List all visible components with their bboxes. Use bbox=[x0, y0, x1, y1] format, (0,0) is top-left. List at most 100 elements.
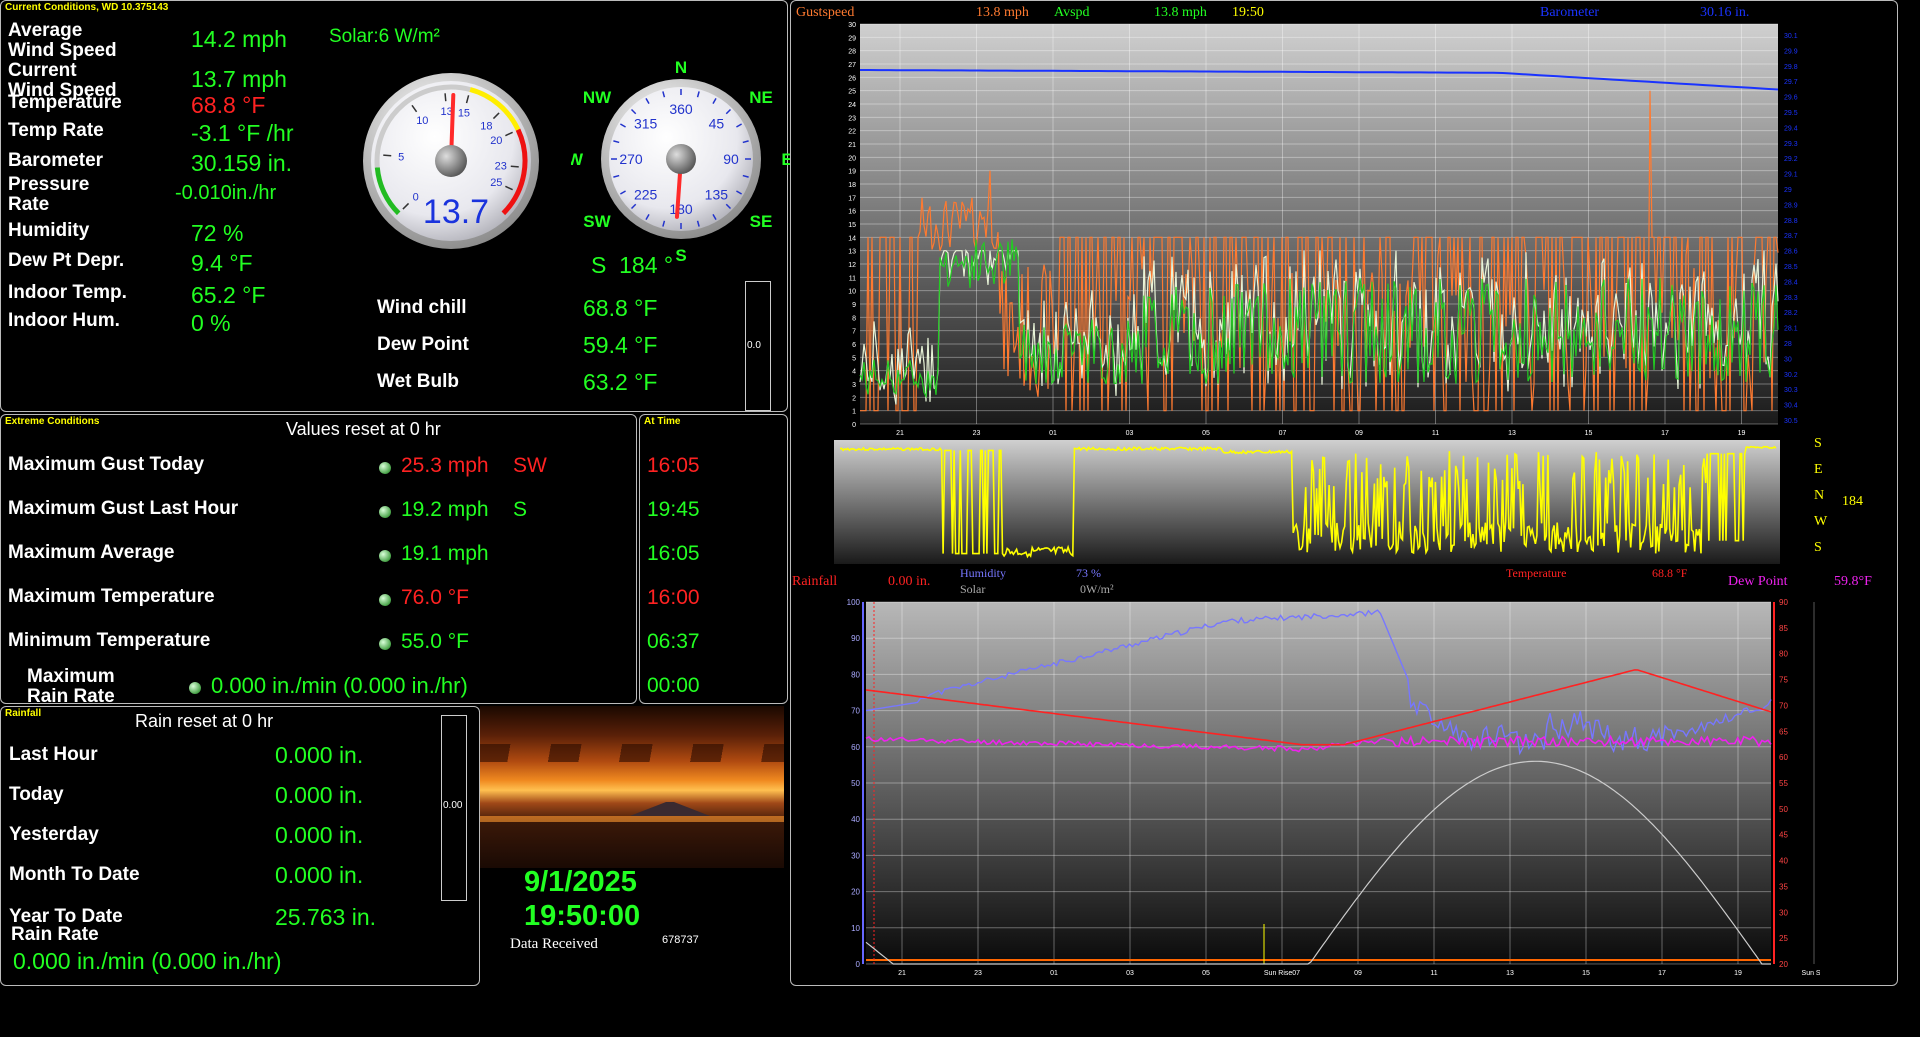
low-x-tick-11: 19 bbox=[1734, 970, 1742, 977]
current-label-7: Dew Pt Depr. bbox=[8, 250, 125, 271]
rain-label-0: Last Hour bbox=[9, 744, 98, 765]
temp-tick-13: 25 bbox=[1779, 934, 1788, 943]
baro-tick-21: 30 bbox=[1784, 356, 1792, 363]
humidity-tick-7: 30 bbox=[851, 851, 860, 860]
temp-tick-6: 60 bbox=[1779, 753, 1788, 762]
humidity-tick-5: 50 bbox=[851, 779, 860, 788]
baro-tick-22: 30.2 bbox=[1784, 372, 1798, 379]
extra-value-1: 59.4 °F bbox=[583, 332, 658, 358]
wind-x-tick-4: 05 bbox=[1202, 430, 1210, 437]
direction-axis-label-2: N bbox=[1814, 488, 1825, 503]
baro-tick-2: 29.8 bbox=[1784, 64, 1798, 71]
baro-tick-18: 28.2 bbox=[1784, 310, 1798, 317]
extreme-time-2: 16:05 bbox=[647, 542, 700, 565]
temp-tick-9: 45 bbox=[1779, 831, 1788, 840]
low-x-tick-1: 23 bbox=[974, 970, 982, 977]
temp-tick-11: 35 bbox=[1779, 882, 1788, 891]
current-label-2: Temperature bbox=[8, 92, 122, 113]
wind-y-tick-26: 26 bbox=[848, 75, 856, 82]
low-x-tick-8: 13 bbox=[1506, 970, 1514, 977]
wind-y-tick-5: 5 bbox=[852, 355, 856, 362]
current-label-6: Humidity bbox=[8, 220, 90, 241]
baro-tick-7: 29.3 bbox=[1784, 141, 1798, 148]
extreme-indicator-3 bbox=[379, 594, 391, 606]
baro-tick-9: 29.1 bbox=[1784, 172, 1798, 179]
wind-y-tick-8: 8 bbox=[852, 315, 856, 322]
extra-value-2: 63.2 °F bbox=[583, 369, 658, 395]
temp-tick-4: 70 bbox=[1779, 701, 1788, 710]
direction-axis-label-1: E bbox=[1814, 462, 1823, 477]
rain-value-4: 25.763 in. bbox=[275, 904, 377, 930]
rain-header: Rain reset at 0 hr bbox=[135, 711, 274, 731]
wind-x-tick-1: 23 bbox=[973, 430, 981, 437]
temp-tick-7: 55 bbox=[1779, 779, 1788, 788]
extreme-value-5: 0.000 in./min (0.000 in./hr) bbox=[211, 673, 468, 698]
wind-x-tick-8: 13 bbox=[1508, 430, 1516, 437]
wind-y-tick-17: 17 bbox=[848, 195, 856, 202]
baro-tick-15: 28.5 bbox=[1784, 264, 1798, 271]
direction-axis-label-4: S bbox=[1814, 540, 1822, 555]
wind-x-tick-3: 03 bbox=[1126, 430, 1134, 437]
rain-value-2: 0.000 in. bbox=[275, 822, 364, 848]
extreme-label-5: Maximum Rain Rate bbox=[27, 666, 115, 707]
current-label-4: Barometer bbox=[8, 150, 104, 171]
humidity-tick-10: 0 bbox=[856, 960, 861, 969]
wind-y-tick-18: 18 bbox=[848, 182, 856, 189]
temp-tick-8: 50 bbox=[1779, 805, 1788, 814]
current-label-8: Indoor Temp. bbox=[8, 282, 127, 303]
wind-y-tick-0: 0 bbox=[852, 422, 856, 429]
temp-tick-2: 80 bbox=[1779, 650, 1788, 659]
humidity-tick-4: 60 bbox=[851, 743, 860, 752]
direction-value: 184 bbox=[1842, 494, 1863, 509]
baro-tick-16: 28.4 bbox=[1784, 279, 1798, 286]
wind-y-tick-24: 24 bbox=[848, 102, 856, 109]
baro-tick-0: 30.1 bbox=[1784, 33, 1798, 40]
humidity-value: 73 % bbox=[1076, 566, 1101, 580]
at-time-title: At Time bbox=[644, 416, 681, 427]
rainfall-title: Rainfall bbox=[5, 708, 42, 719]
rainfall-panel: Rainfall Rain reset at 0 hr Last Hour 0.0… bbox=[0, 706, 480, 986]
current-conditions-panel: Current Conditions, WD 10.375143 Average… bbox=[0, 0, 791, 412]
wind-y-tick-4: 4 bbox=[852, 369, 856, 376]
extreme-indicator-0 bbox=[379, 462, 391, 474]
current-time: 19:50:00 bbox=[524, 900, 641, 932]
gust-value: 13.8 mph bbox=[976, 5, 1029, 20]
current-value-7: 9.4 °F bbox=[191, 250, 253, 276]
baro-tick-12: 28.8 bbox=[1784, 218, 1798, 225]
extreme-value-1: 19.2 mph bbox=[401, 498, 489, 521]
wind-y-tick-13: 13 bbox=[848, 249, 856, 256]
avg-label: Avspd bbox=[1054, 5, 1090, 20]
extreme-value-3: 76.0 °F bbox=[401, 586, 469, 609]
extreme-value-4: 55.0 °F bbox=[401, 630, 469, 653]
current-value-5: -0.010in./hr bbox=[175, 182, 277, 204]
wind-y-tick-27: 27 bbox=[848, 62, 856, 69]
wind-y-tick-20: 20 bbox=[848, 155, 856, 162]
compass-tick-3: 135 bbox=[705, 186, 729, 202]
at-time-panel: At Time 16:05 19:45 16:05 16:00 06:37 00:00 bbox=[639, 414, 788, 704]
extreme-time-0: 16:05 bbox=[647, 454, 700, 477]
wind-y-tick-11: 11 bbox=[849, 275, 856, 282]
wind-graph: 0123456789101112131415161718192021222324… bbox=[848, 22, 1798, 437]
low-x-tick-4: 05 bbox=[1202, 970, 1210, 977]
wind-x-tick-0: 21 bbox=[896, 430, 904, 437]
wind-y-tick-16: 16 bbox=[848, 209, 856, 216]
speed-tick-label-0: 0 bbox=[413, 191, 419, 203]
current-value-3: -3.1 °F /hr bbox=[191, 120, 294, 146]
wind-y-tick-28: 28 bbox=[848, 49, 856, 56]
low-x-tick-3: 03 bbox=[1126, 970, 1134, 977]
wind-y-tick-6: 6 bbox=[852, 342, 856, 349]
baro-tick-23: 30.3 bbox=[1784, 387, 1798, 394]
extreme-time-4: 06:37 bbox=[647, 630, 700, 653]
speed-tick-label-1: 5 bbox=[398, 152, 404, 164]
speed-tick-label-7: 23 bbox=[495, 160, 507, 172]
rain-meter: 0.00 bbox=[441, 715, 467, 901]
humidity-tick-8: 20 bbox=[851, 888, 860, 897]
wind-x-tick-7: 11 bbox=[1432, 430, 1439, 437]
low-x-tick-12: Sun Set bbox=[1802, 970, 1820, 977]
speed-tick-label-2: 10 bbox=[416, 115, 428, 127]
low-x-tick-10: 17 bbox=[1658, 970, 1666, 977]
compass-cardinal-S: S bbox=[675, 246, 686, 261]
baro-tick-14: 28.6 bbox=[1784, 249, 1798, 256]
compass-cardinal-W: W bbox=[571, 150, 584, 169]
rain-graph-value: 0.00 in. bbox=[888, 574, 931, 589]
